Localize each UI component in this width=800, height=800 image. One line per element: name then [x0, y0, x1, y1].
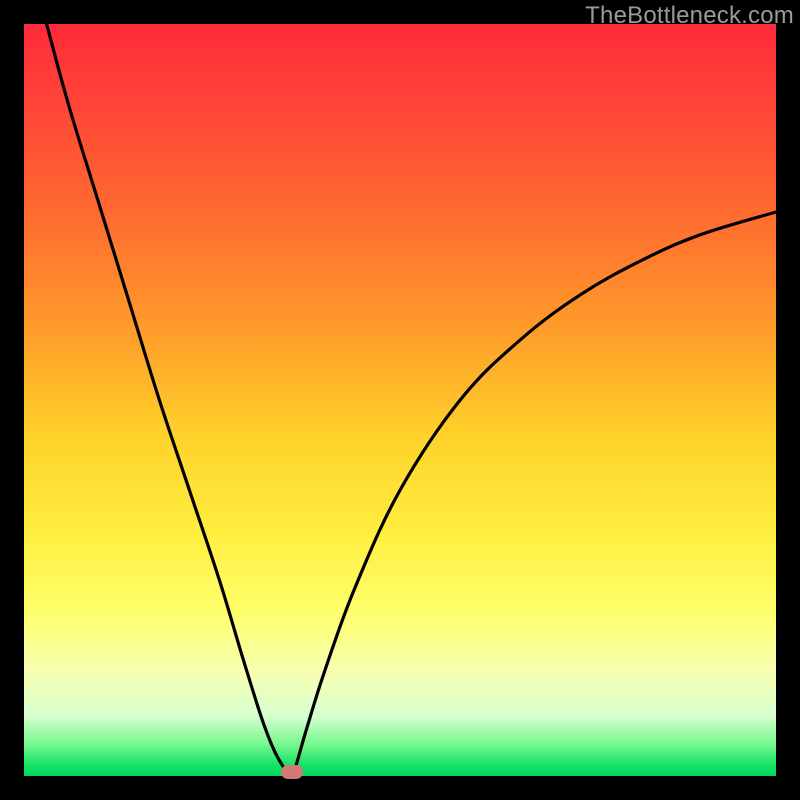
bottleneck-curve [24, 24, 776, 776]
watermark-text: TheBottleneck.com [585, 2, 794, 30]
plot-area [24, 24, 776, 776]
minimum-marker [281, 765, 303, 779]
chart-frame: TheBottleneck.com [0, 0, 800, 800]
